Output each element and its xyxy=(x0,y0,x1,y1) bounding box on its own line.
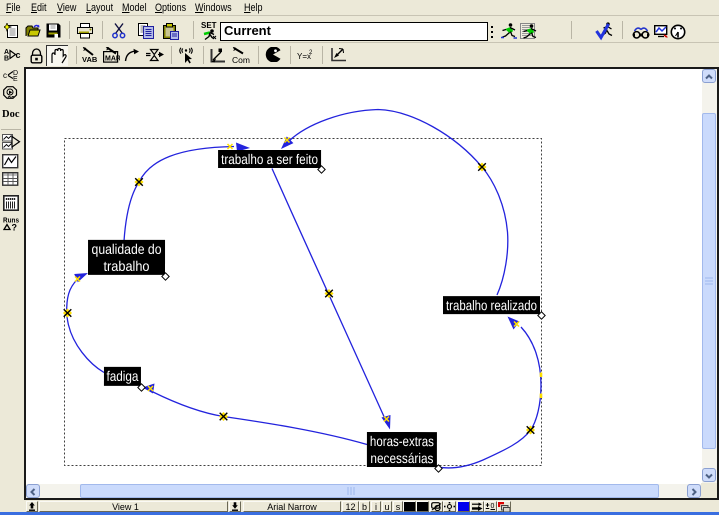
svg-text:VAB: VAB xyxy=(82,55,98,63)
svg-text:necessárias: necessárias xyxy=(370,450,433,466)
svg-text:MAR: MAR xyxy=(105,56,120,63)
svg-text:0: 0 xyxy=(491,503,495,510)
svg-text:c: c xyxy=(3,71,7,80)
svg-text:trabalho realizado: trabalho realizado xyxy=(446,297,537,313)
svg-text:Com: Com xyxy=(232,55,250,64)
svg-text:trabalho a ser feito: trabalho a ser feito xyxy=(221,151,318,167)
svg-text:fadiga: fadiga xyxy=(106,368,138,384)
svg-text:E: E xyxy=(13,76,18,81)
svg-text:c: c xyxy=(16,50,21,60)
svg-text:qualidade do: qualidade do xyxy=(92,241,162,257)
svg-text:B: B xyxy=(4,56,9,62)
svg-text:horas-extras: horas-extras xyxy=(370,433,434,449)
svg-text:?: ? xyxy=(12,223,18,232)
svg-text:SET: SET xyxy=(201,21,217,30)
svg-text:trabalho: trabalho xyxy=(104,258,150,274)
svg-text:2: 2 xyxy=(309,50,313,56)
